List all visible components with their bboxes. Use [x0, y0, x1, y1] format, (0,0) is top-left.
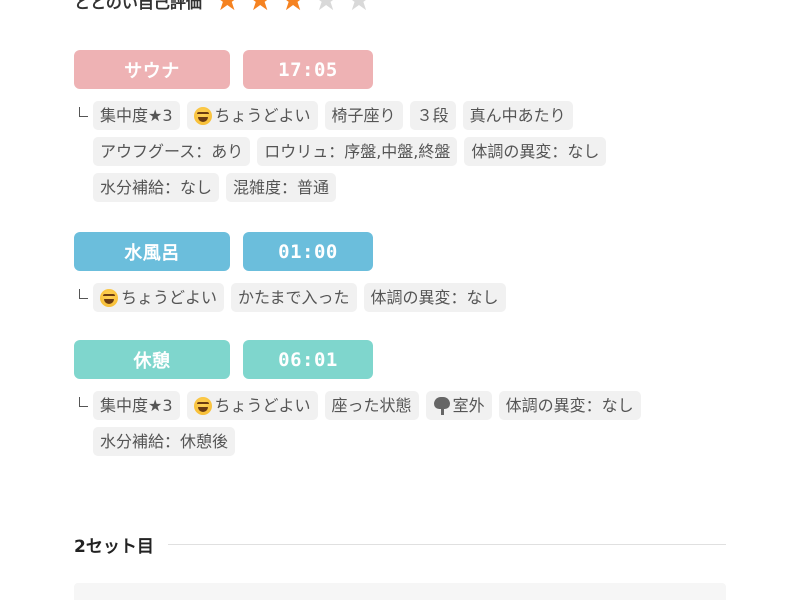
- rating-stars: ★ ★ ★ ★ ★: [214, 0, 373, 16]
- star-icon: ★: [345, 0, 373, 18]
- crowd-tag: 混雑度：普通: [226, 173, 337, 202]
- location-tag-label: 室外: [452, 396, 485, 415]
- set-2-header: 2セット目: [74, 532, 726, 557]
- rest-time-badge: 06:01: [243, 340, 373, 379]
- branch-connector-icon: [79, 289, 88, 299]
- water-bath-tag-list: ちょうどよい かたまで入った 体調の異変：なし: [93, 283, 733, 312]
- rest-tag-list: 集中度★3 ちょうどよい 座った状態 室外 体調の異変：なし 水分補給：休憩後: [93, 391, 733, 456]
- condition-tag: 体調の異変：なし: [498, 391, 641, 420]
- sauna-section: サウナ 17:05 集中度★3 ちょうどよい 椅子座り ３段 真ん中あたり アウ…: [74, 50, 734, 202]
- tier-tag: ３段: [409, 101, 456, 130]
- temperature-tag-label: ちょうどよい: [121, 288, 218, 307]
- sauna-tags-area: 集中度★3 ちょうどよい 椅子座り ３段 真ん中あたり アウフグース：あり ロウ…: [74, 101, 734, 202]
- branch-connector-icon: [79, 397, 88, 407]
- rest-label-badge: 休憩: [74, 340, 230, 379]
- temperature-tag: ちょうどよい: [186, 101, 318, 130]
- posture-tag: 座った状態: [324, 391, 419, 420]
- set-2-card: [74, 583, 726, 600]
- hydration-tag: 水分補給：なし: [93, 173, 220, 202]
- loyly-tag: ロウリュ：序盤,中盤,終盤: [257, 137, 458, 166]
- condition-tag: 体調の異変：なし: [464, 137, 607, 166]
- divider: [167, 544, 726, 545]
- position-tag: 真ん中あたり: [462, 101, 573, 130]
- sauna-time-badge: 17:05: [243, 50, 373, 89]
- rest-tags-area: 集中度★3 ちょうどよい 座った状態 室外 体調の異変：なし 水分補給：休憩後: [74, 391, 734, 456]
- tree-icon: [433, 396, 451, 415]
- location-tag: 室外: [425, 391, 492, 420]
- star-icon: ★: [312, 0, 340, 18]
- temperature-tag-label: ちょうどよい: [214, 106, 311, 125]
- self-rating-label: ととのい自己評価: [74, 0, 202, 12]
- set-2-title: 2セット目: [74, 537, 154, 557]
- sauna-label-badge: サウナ: [74, 50, 230, 89]
- branch-connector-icon: [79, 107, 88, 117]
- temperature-tag: ちょうどよい: [93, 283, 225, 312]
- grinning-squinting-face-icon: [193, 396, 212, 415]
- temperature-tag-label: ちょうどよい: [214, 396, 311, 415]
- concentration-tag: 集中度★3: [93, 101, 180, 130]
- condition-tag: 体調の異変：なし: [363, 283, 506, 312]
- sauna-tag-list: 集中度★3 ちょうどよい 椅子座り ３段 真ん中あたり アウフグース：あり ロウ…: [93, 101, 733, 202]
- water-bath-label-badge: 水風呂: [74, 232, 230, 271]
- temperature-tag: ちょうどよい: [186, 391, 318, 420]
- water-bath-section: 水風呂 01:00 ちょうどよい かたまで入った 体調の異変：なし: [74, 232, 734, 312]
- water-bath-tags-area: ちょうどよい かたまで入った 体調の異変：なし: [74, 283, 734, 312]
- posture-tag: 椅子座り: [324, 101, 403, 130]
- rest-section: 休憩 06:01 集中度★3 ちょうどよい 座った状態 室外 体調の異変：なし …: [74, 340, 734, 456]
- depth-tag: かたまで入った: [231, 283, 357, 312]
- self-rating-row: ととのい自己評価 ★ ★ ★ ★ ★: [74, 0, 372, 18]
- aufguss-tag: アウフグース：あり: [93, 137, 251, 166]
- star-icon: ★: [246, 0, 274, 18]
- rest-header: 休憩 06:01: [74, 340, 734, 379]
- hydration-tag: 水分補給：休憩後: [93, 427, 236, 456]
- concentration-tag: 集中度★3: [93, 391, 180, 420]
- grinning-squinting-face-icon: [193, 106, 212, 125]
- grinning-squinting-face-icon: [100, 288, 118, 307]
- sauna-header: サウナ 17:05: [74, 50, 734, 89]
- sauna-log-page: ととのい自己評価 ★ ★ ★ ★ ★ サウナ 17:05 集中度★3 ちょうどよ…: [0, 0, 800, 600]
- star-icon: ★: [213, 0, 241, 18]
- water-bath-time-badge: 01:00: [243, 232, 373, 271]
- water-bath-header: 水風呂 01:00: [74, 232, 734, 271]
- star-icon: ★: [279, 0, 307, 18]
